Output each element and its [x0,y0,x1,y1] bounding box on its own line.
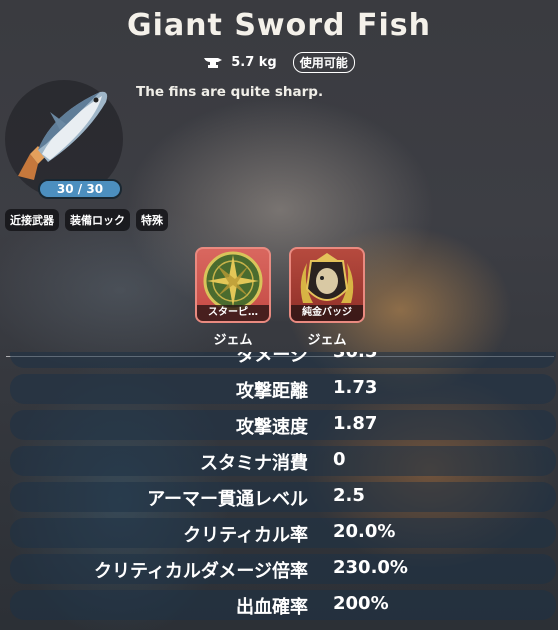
usable-badge: 使用可能 [292,52,355,73]
stat-name: スタミナ消費 [200,453,308,474]
durability-bar: 30 / 30 [38,179,122,199]
gem-1-type: ジェム [213,333,253,348]
gem-2-box[interactable]: 純金バッジ [289,247,365,323]
tag-special: 特殊 [136,209,168,231]
gem-slot-1[interactable]: スターピ… ジェム [195,247,271,348]
stat-row-attack-speed: 攻撃速度 1.87 [10,410,556,440]
stat-value: 20.0% [333,521,396,542]
stat-row-bleed-chance: 出血確率 200% [10,590,556,620]
stats-list: ダメージ 30.5 攻撃距離 1.73 攻撃速度 1.87 スタミナ消費 0 ア… [10,352,556,630]
stat-value: 230.0% [333,557,408,578]
stat-row-damage: ダメージ 30.5 [10,352,556,368]
stat-row-crit-rate: クリティカル率 20.0% [10,518,556,548]
stat-value: 30.5 [333,352,377,362]
weight-value: 5.7 kg [231,55,277,70]
item-title: Giant Sword Fish [127,8,431,43]
stat-row-armor-penetration: アーマー貫通レベル 2.5 [10,482,556,512]
gem-2-type: ジェム [307,333,347,348]
stat-value: 0 [333,449,346,470]
stat-value: 1.87 [333,413,378,434]
tag-equip-lock: 装備ロック [65,209,130,231]
stat-row-stamina-cost: スタミナ消費 0 [10,446,556,476]
durability-text: 30 / 30 [56,182,104,196]
tag-melee-weapon: 近接武器 [5,209,59,231]
stat-value: 200% [333,593,389,614]
stat-name: 攻撃距離 [236,381,308,402]
stat-value: 2.5 [333,485,365,506]
sword-fish-icon [18,91,108,180]
stat-name: アーマー貫通レベル [147,489,308,510]
stat-name: 出血確率 [236,597,308,618]
stat-name: 攻撃速度 [236,417,308,438]
stat-value: 1.73 [333,377,378,398]
gem-1-box[interactable]: スターピ… [195,247,271,323]
stat-name: クリティカルダメージ倍率 [93,561,308,582]
item-tags: 近接武器 装備ロック 特殊 [5,209,168,231]
gem-slot-2[interactable]: 純金バッジ ジェム [289,247,365,348]
stat-name: クリティカル率 [183,525,308,546]
item-description: The fins are quite sharp. [136,84,324,100]
gem-1-name: スターピ… [197,305,269,321]
stat-row-crit-damage: クリティカルダメージ倍率 230.0% [10,554,556,584]
gem-2-name: 純金バッジ [291,305,363,321]
stat-row-attack-range: 攻撃距離 1.73 [10,374,556,404]
anvil-icon [204,57,223,68]
stat-name: ダメージ [236,352,308,366]
weight-row: 5.7 kg 使用可能 [0,52,558,73]
